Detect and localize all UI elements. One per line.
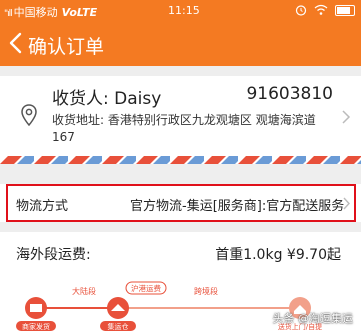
logistics-method-row[interactable]: 物流方式 官方物流-集运[服务商]:官方配送服务 [6,184,356,222]
chevron-right-icon [342,110,351,124]
chevron-right-icon [343,197,350,210]
section-divider [0,66,361,76]
logistics-label: 物流方式 [16,199,69,214]
section-divider [0,222,361,232]
route-segment-label: 跨境段 [194,286,218,296]
receiver-name-row: 收货人: Daisy [52,84,161,109]
route-stop-label: 商家发货 [22,322,50,331]
carrier-info: "ıll 中国移动 VoLTE [4,4,97,20]
receiver-address: 收货地址: 香港特别行政区九龙观塘区 观塘海滨道167 [52,112,328,146]
section-divider [0,164,361,184]
overseas-fee-value: 首重1.0kg ¥9.70起 [215,247,341,263]
battery-icon [335,4,355,16]
receiver-label: 收货人: [52,89,109,109]
location-pin-icon [21,104,37,126]
system-icons [295,3,355,16]
logistics-value: 官方物流-集运[服务商]:官方配送服务 [130,199,345,214]
overseas-fee-label: 海外段运费: [16,247,91,263]
network-type: VoLTE [61,6,98,19]
page-title: 确认订单 [28,36,105,58]
receiver-card[interactable]: 收货人: Daisy 91603810 收货地址: 香港特别行政区九龙观塘区 观… [0,76,361,156]
watermark: 头条 @淘逗集运 [272,312,354,325]
alarm-icon [295,5,307,16]
signal-icon: "ıll [4,9,13,19]
route-segment-label: 大陆段 [72,286,96,296]
receiver-phone: 91603810 [246,84,333,104]
warehouse-icon [107,297,129,319]
route-segment-label: 沪港运费 [131,283,161,293]
back-arrow-icon[interactable] [6,30,26,56]
wifi-icon [314,4,327,15]
airmail-border [0,156,361,164]
merchant-ship-icon [25,297,47,319]
status-time: 11:15 [168,4,200,17]
route-stop-label: 集运仓 [108,322,129,331]
address-label: 收货地址: [52,113,105,127]
receiver-name: Daisy [114,89,162,109]
carrier-name: 中国移动 [13,6,58,19]
nav-bar: 确认订单 [0,22,361,66]
status-bar: "ıll 中国移动 VoLTE 11:15 [0,0,361,22]
